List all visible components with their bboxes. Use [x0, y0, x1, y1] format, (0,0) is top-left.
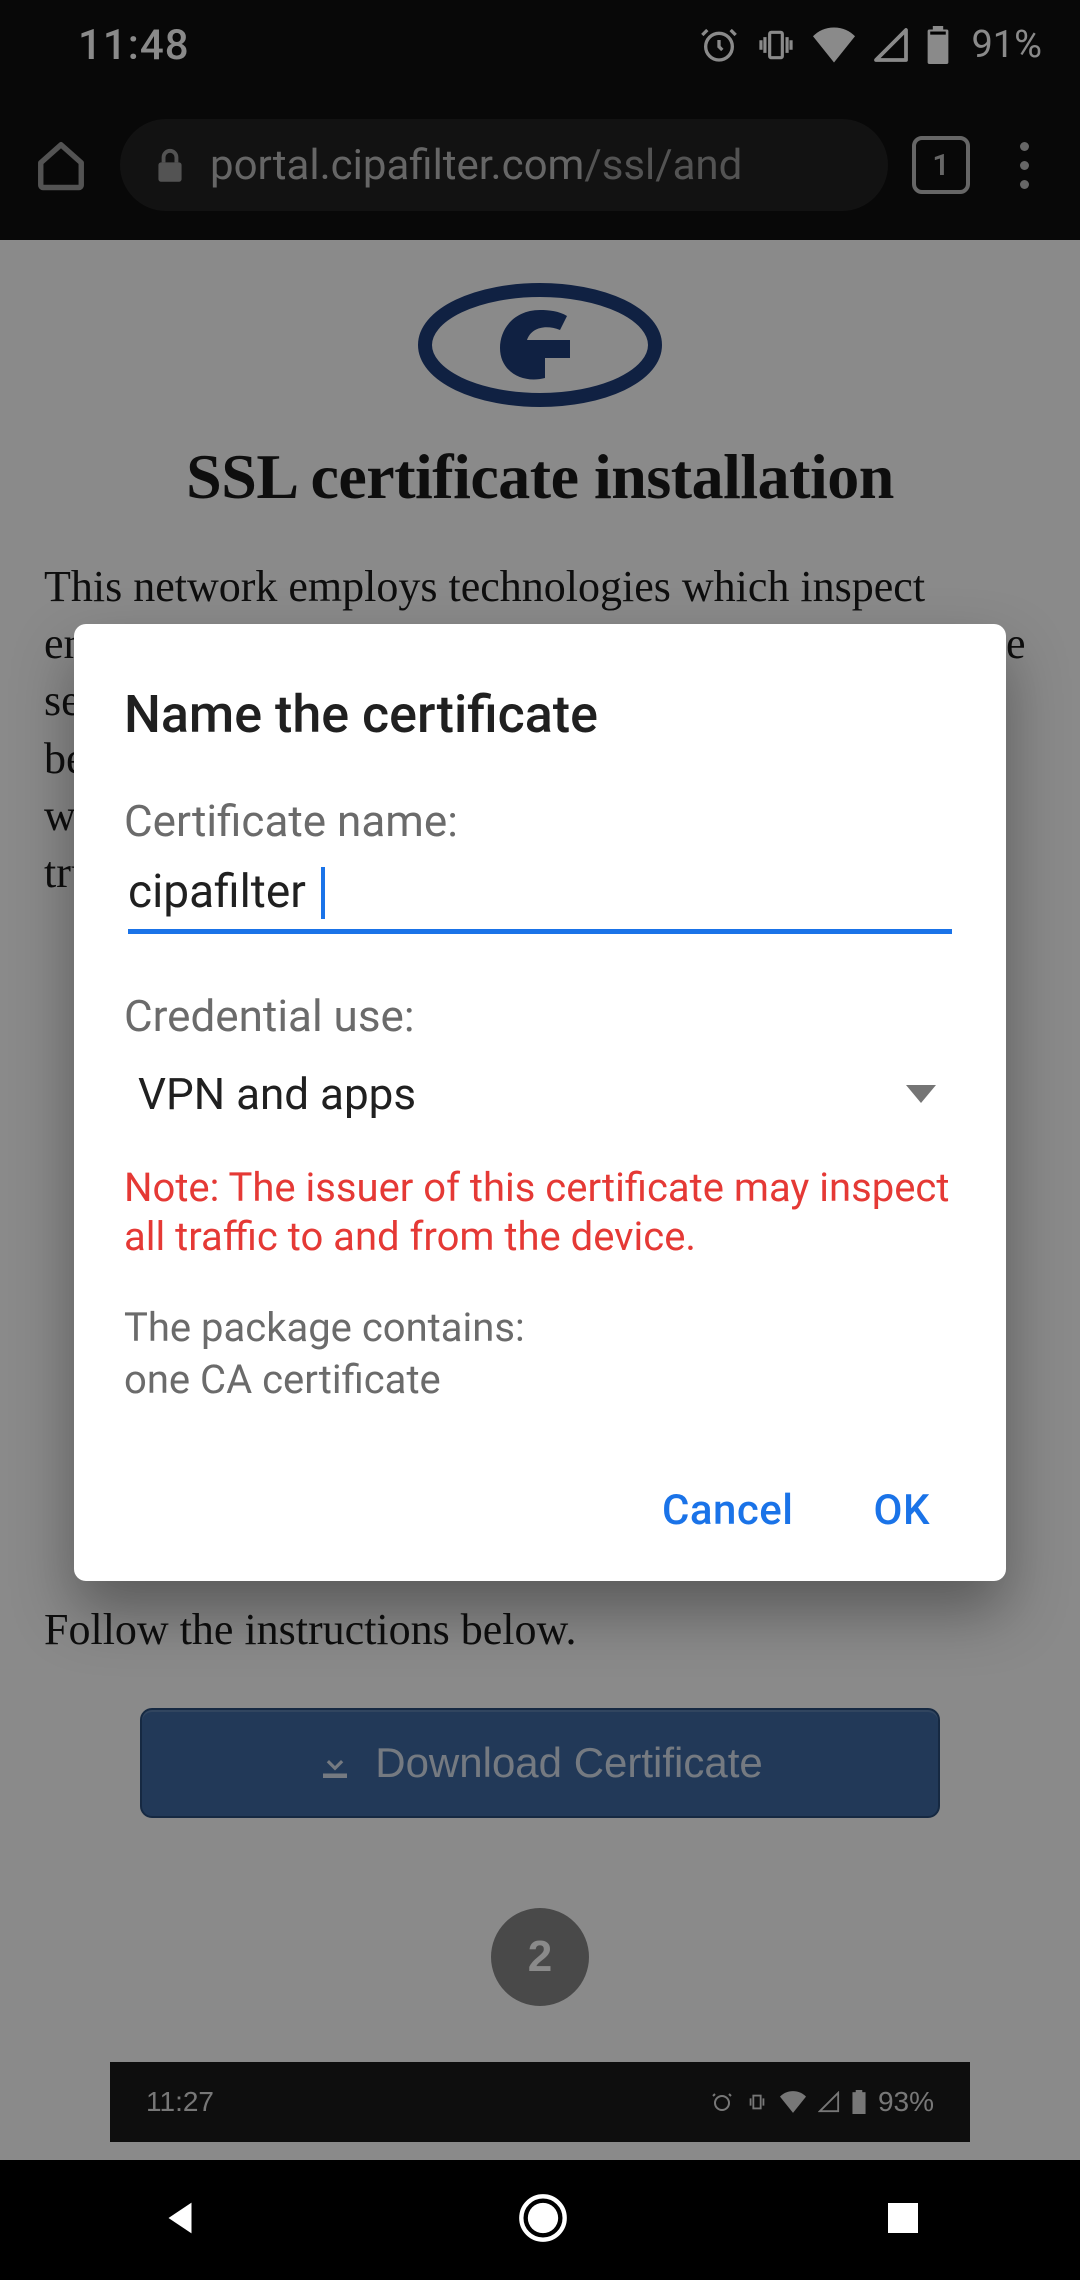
cancel-button[interactable]: Cancel: [662, 1486, 794, 1535]
home-nav-button[interactable]: [517, 2192, 569, 2248]
overview-button[interactable]: [883, 2198, 923, 2242]
ok-button[interactable]: OK: [874, 1486, 930, 1535]
dialog-title: Name the certificate: [120, 684, 960, 745]
credential-use-value: VPN and apps: [138, 1068, 416, 1120]
text-caret: [321, 867, 325, 919]
chevron-down-icon: [906, 1085, 936, 1103]
back-button[interactable]: [157, 2195, 203, 2245]
navigation-bar: [0, 2160, 1080, 2280]
package-info: The package contains: one CA certificate: [120, 1302, 960, 1406]
name-certificate-dialog: Name the certificate Certificate name: C…: [74, 624, 1006, 1581]
certificate-name-label: Certificate name:: [120, 795, 960, 847]
certificate-warning: Note: The issuer of this certificate may…: [120, 1164, 960, 1262]
certificate-name-field[interactable]: [128, 865, 952, 919]
credential-use-label: Credential use:: [120, 990, 960, 1042]
credential-use-select[interactable]: VPN and apps: [120, 1060, 960, 1120]
certificate-name-input[interactable]: [128, 865, 952, 934]
